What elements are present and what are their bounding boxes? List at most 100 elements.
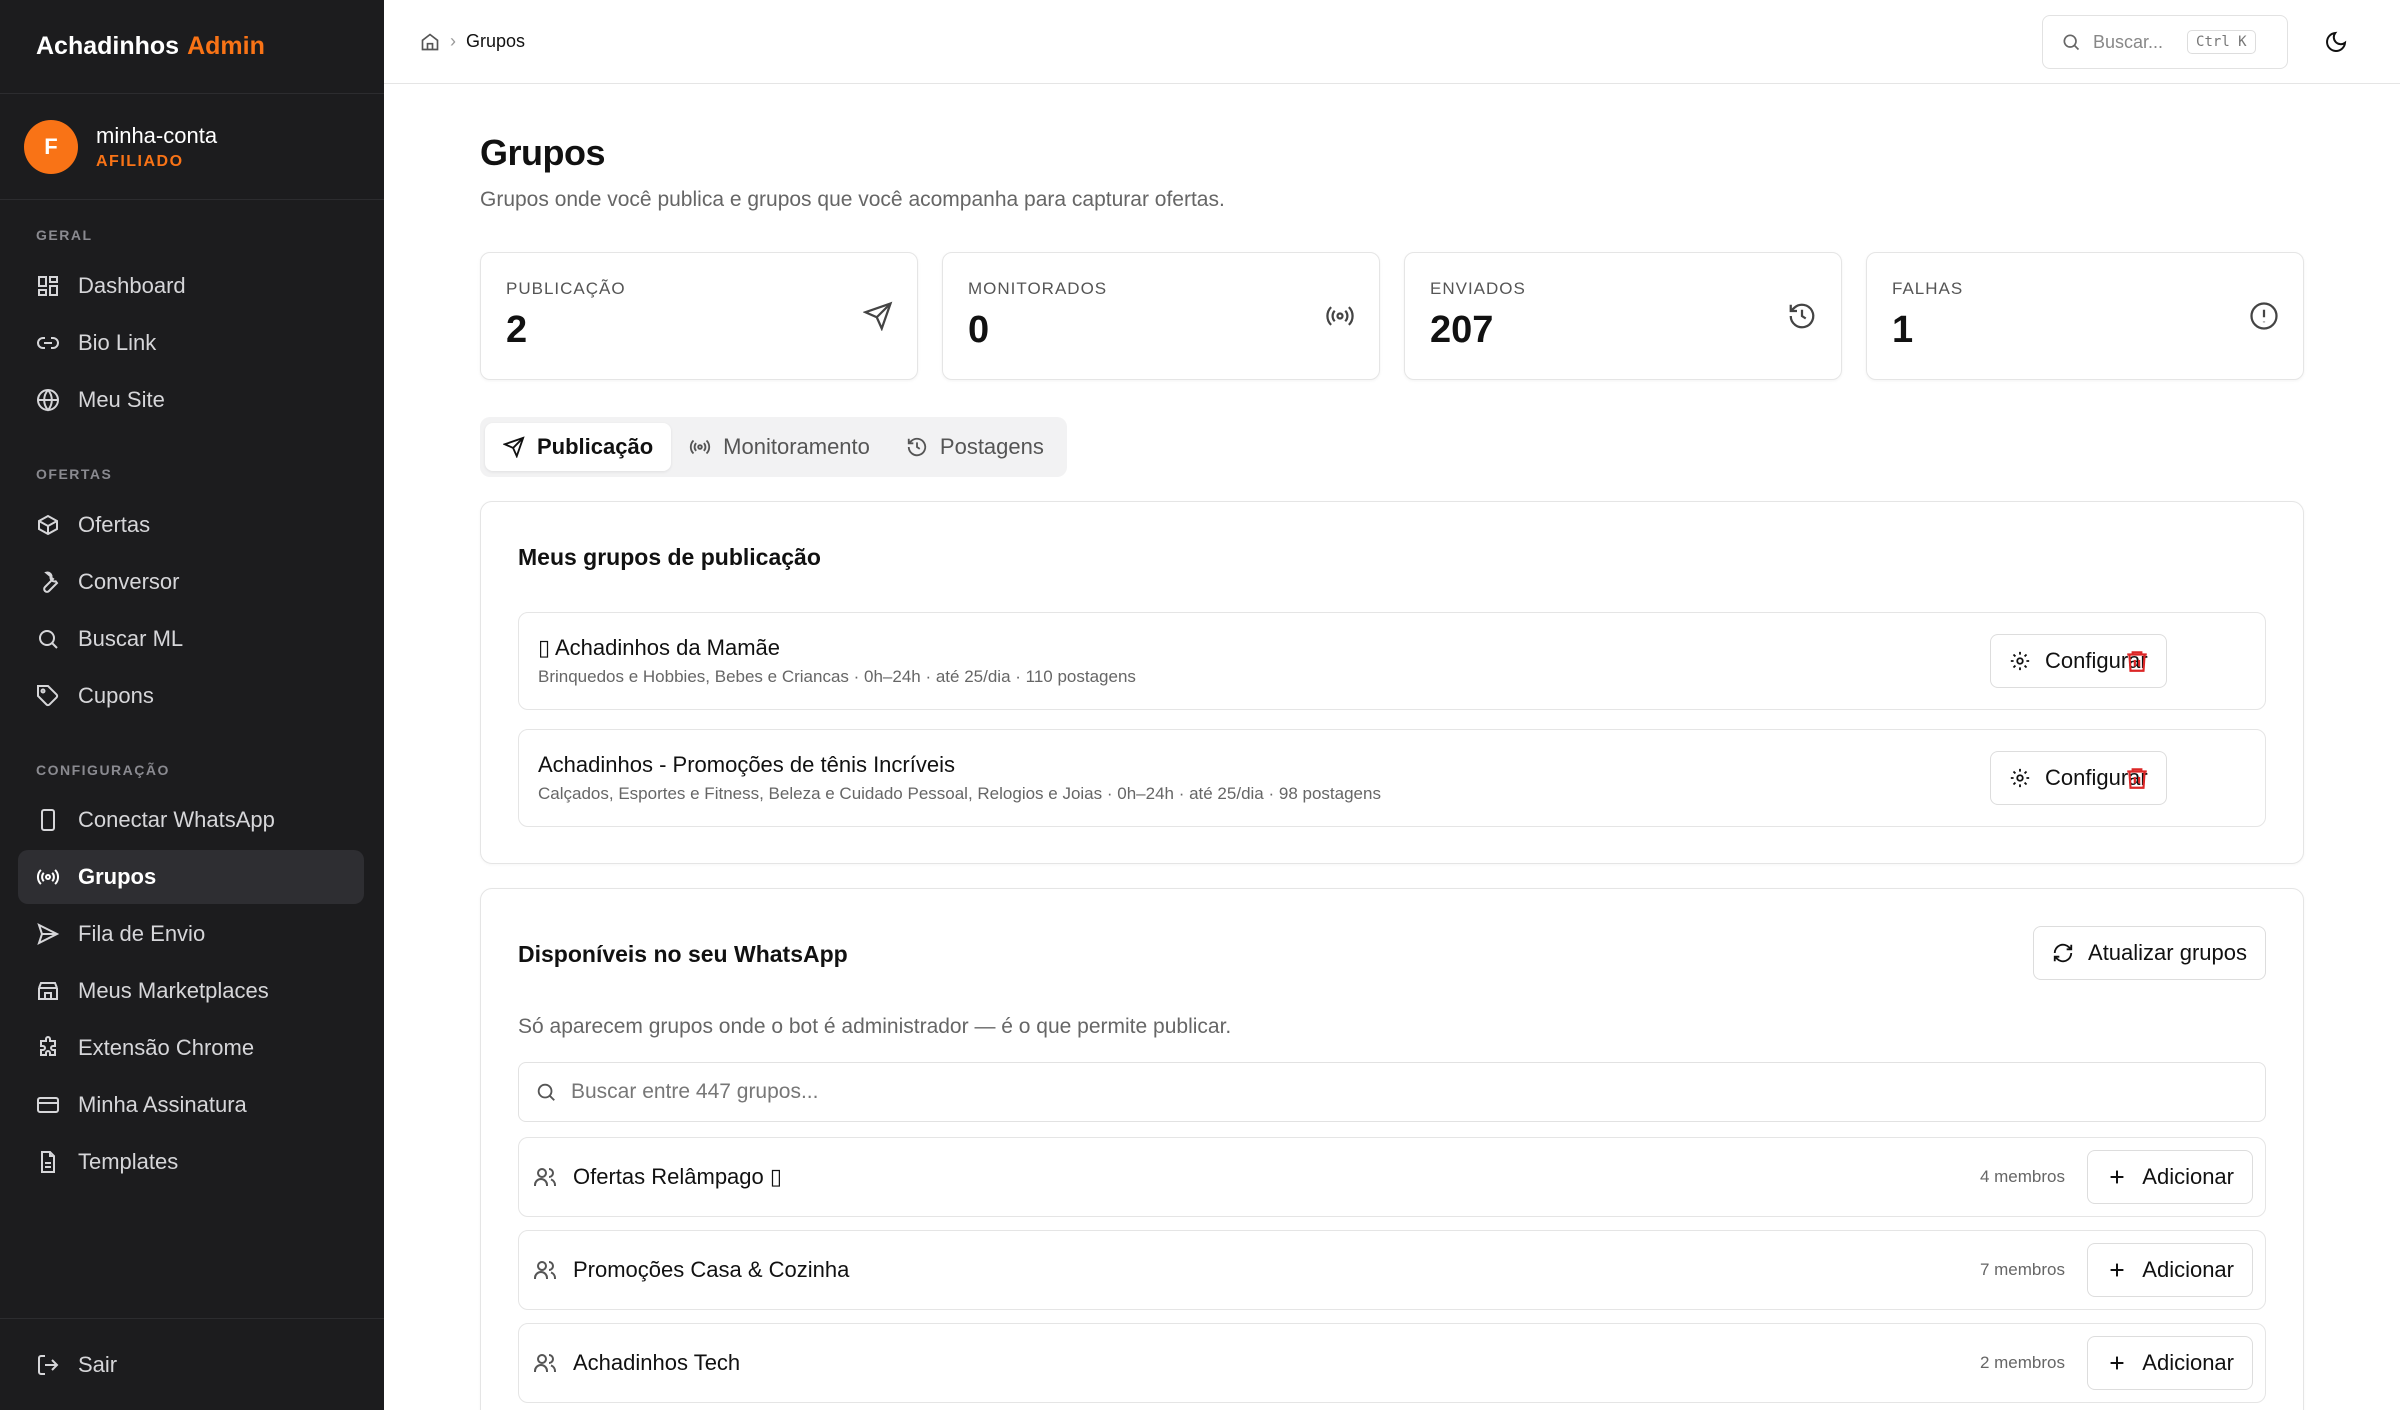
gear-icon — [2010, 768, 2030, 788]
sidebar-item-dashboard[interactable]: Dashboard — [18, 259, 364, 313]
brand-accent: Admin — [187, 32, 265, 60]
refresh-label: Atualizar grupos — [2088, 940, 2247, 965]
add-group-button[interactable]: Adicionar — [2087, 1243, 2253, 1297]
available-group-row: Achadinhos Tech 2 membros Adicionar — [518, 1323, 2266, 1403]
link-icon — [37, 337, 59, 349]
refresh-groups-button[interactable]: Atualizar grupos — [2033, 926, 2266, 980]
store-icon — [38, 982, 58, 1000]
member-count: 2 membros — [1979, 1353, 2065, 1372]
tab-label: Monitoramento — [723, 434, 870, 459]
avatar: F — [24, 119, 78, 174]
users-icon — [534, 1354, 556, 1372]
radio-icon — [690, 439, 711, 455]
search-icon — [39, 630, 58, 649]
search-placeholder: Buscar entre 447 grupos... — [571, 1080, 819, 1103]
history-icon — [907, 437, 927, 457]
trash-icon[interactable] — [2124, 648, 2150, 674]
admin-hint: Só aparecem grupos onde o bot é administ… — [518, 1015, 1232, 1038]
dashboard-icon — [38, 276, 58, 296]
sidebar-item-label: Extensão Chrome — [78, 1035, 255, 1060]
plus-icon — [2110, 1356, 2124, 1370]
logout-button[interactable]: Sair — [18, 1338, 364, 1392]
send-icon — [503, 436, 525, 458]
trash-icon[interactable] — [2124, 765, 2150, 791]
sidebar-item-fila[interactable]: Fila de Envio — [18, 907, 364, 961]
add-label: Adicionar — [2142, 1257, 2234, 1282]
stat-value: 2 — [506, 309, 528, 351]
brand-logo[interactable]: Achadinhos Admin — [0, 0, 384, 94]
smartphone-icon — [41, 809, 55, 831]
stat-label: MONITORADOS — [968, 279, 1108, 298]
theme-toggle-button[interactable] — [2318, 24, 2354, 60]
chevron-right-icon: › — [450, 31, 456, 51]
add-group-button[interactable]: Adicionar — [2087, 1150, 2253, 1204]
sidebar-item-label: Dashboard — [78, 273, 186, 298]
stat-value: 207 — [1430, 309, 1494, 351]
sidebar-item-templates[interactable]: Templates — [18, 1135, 364, 1189]
stat-label: PUBLICAÇÃO — [506, 279, 626, 298]
topbar: › Grupos Buscar... Ctrl K — [384, 0, 2400, 84]
group-name: Promoções Casa & Cozinha — [573, 1257, 850, 1282]
publish-group-row: Achadinhos - Promoções de tênis Incrívei… — [518, 729, 2266, 827]
card-title: Disponíveis no seu WhatsApp — [518, 941, 848, 967]
credit-card-icon — [37, 1097, 59, 1113]
account-card[interactable]: F minha-conta AFILIADO — [0, 94, 384, 200]
publish-groups-card: Meus grupos de publicação ▯ Achadinhos d… — [480, 501, 2304, 864]
account-name: minha-conta — [96, 122, 218, 148]
plus-icon — [2110, 1263, 2124, 1277]
send-icon — [863, 301, 893, 331]
sidebar-item-label: Bio Link — [78, 330, 157, 355]
sidebar-item-label: Buscar ML — [78, 626, 184, 651]
plus-icon — [2110, 1170, 2124, 1184]
tab-label: Postagens — [939, 434, 1044, 459]
alert-circle-icon — [2250, 302, 2278, 330]
users-icon — [534, 1261, 556, 1279]
sidebar-item-marketplaces[interactable]: Meus Marketplaces — [18, 964, 364, 1018]
tab-postagens[interactable]: Postagens — [888, 423, 1062, 471]
group-name: Ofertas Relâmpago ▯ — [573, 1164, 782, 1189]
group-meta: Calçados, Esportes e Fitness, Beleza e C… — [538, 784, 1381, 803]
add-group-button[interactable]: Adicionar — [2087, 1336, 2253, 1390]
sidebar-item-assinatura[interactable]: Minha Assinatura — [18, 1078, 364, 1132]
home-icon[interactable] — [420, 32, 440, 52]
moon-icon — [2326, 31, 2347, 52]
sidebar-item-extensao[interactable]: Extensão Chrome — [18, 1021, 364, 1075]
globe-icon — [37, 389, 59, 412]
tab-publicacao[interactable]: Publicação — [485, 423, 672, 471]
stat-value: 0 — [968, 309, 990, 351]
sidebar-item-label: Ofertas — [78, 512, 151, 537]
member-count: 4 membros — [1979, 1167, 2065, 1186]
sidebar-item-conversor[interactable]: Conversor — [18, 555, 364, 609]
tab-bar: Publicação Monitoramento Postagens — [480, 417, 1067, 477]
group-search-input[interactable]: Buscar entre 447 grupos... — [518, 1062, 2266, 1122]
stat-card-enviados: ENVIADOS 207 — [1404, 252, 1842, 380]
tab-label: Publicação — [537, 434, 654, 459]
sidebar-item-label: Meus Marketplaces — [78, 978, 269, 1003]
sidebar-item-meusite[interactable]: Meu Site — [18, 373, 364, 427]
nav-section-ofertas: OFERTAS — [36, 466, 113, 482]
breadcrumb: › Grupos — [420, 31, 525, 52]
add-label: Adicionar — [2142, 1164, 2234, 1189]
stat-label: ENVIADOS — [1430, 279, 1526, 298]
tag-icon — [37, 685, 59, 707]
page-subtitle: Grupos onde você publica e grupos que vo… — [480, 188, 1225, 211]
search-placeholder: Buscar... — [2093, 31, 2164, 52]
account-role-badge: AFILIADO — [96, 152, 184, 170]
nav-section-geral: GERAL — [36, 227, 93, 243]
tab-monitoramento[interactable]: Monitoramento — [671, 423, 888, 471]
sidebar-item-cupons[interactable]: Cupons — [18, 669, 364, 723]
stat-card-falhas: FALHAS 1 — [1866, 252, 2304, 380]
sidebar-item-ofertas[interactable]: Ofertas — [18, 498, 364, 552]
wrench-icon — [43, 571, 59, 593]
sidebar-item-buscarml[interactable]: Buscar ML — [18, 612, 364, 666]
users-icon — [534, 1168, 556, 1186]
send-icon — [37, 923, 60, 945]
global-search[interactable]: Buscar... Ctrl K — [2042, 15, 2288, 69]
sidebar-item-grupos[interactable]: Grupos — [18, 850, 364, 904]
sidebar-item-biolink[interactable]: Bio Link — [18, 316, 364, 370]
sidebar-item-whatsapp[interactable]: Conectar WhatsApp — [18, 793, 364, 847]
group-meta: Brinquedos e Hobbies, Bebes e Criancas ·… — [538, 667, 1136, 686]
stat-card-monitorados: MONITORADOS 0 — [942, 252, 1380, 380]
sidebar-item-label: Fila de Envio — [78, 921, 206, 946]
radio-icon — [36, 869, 60, 885]
